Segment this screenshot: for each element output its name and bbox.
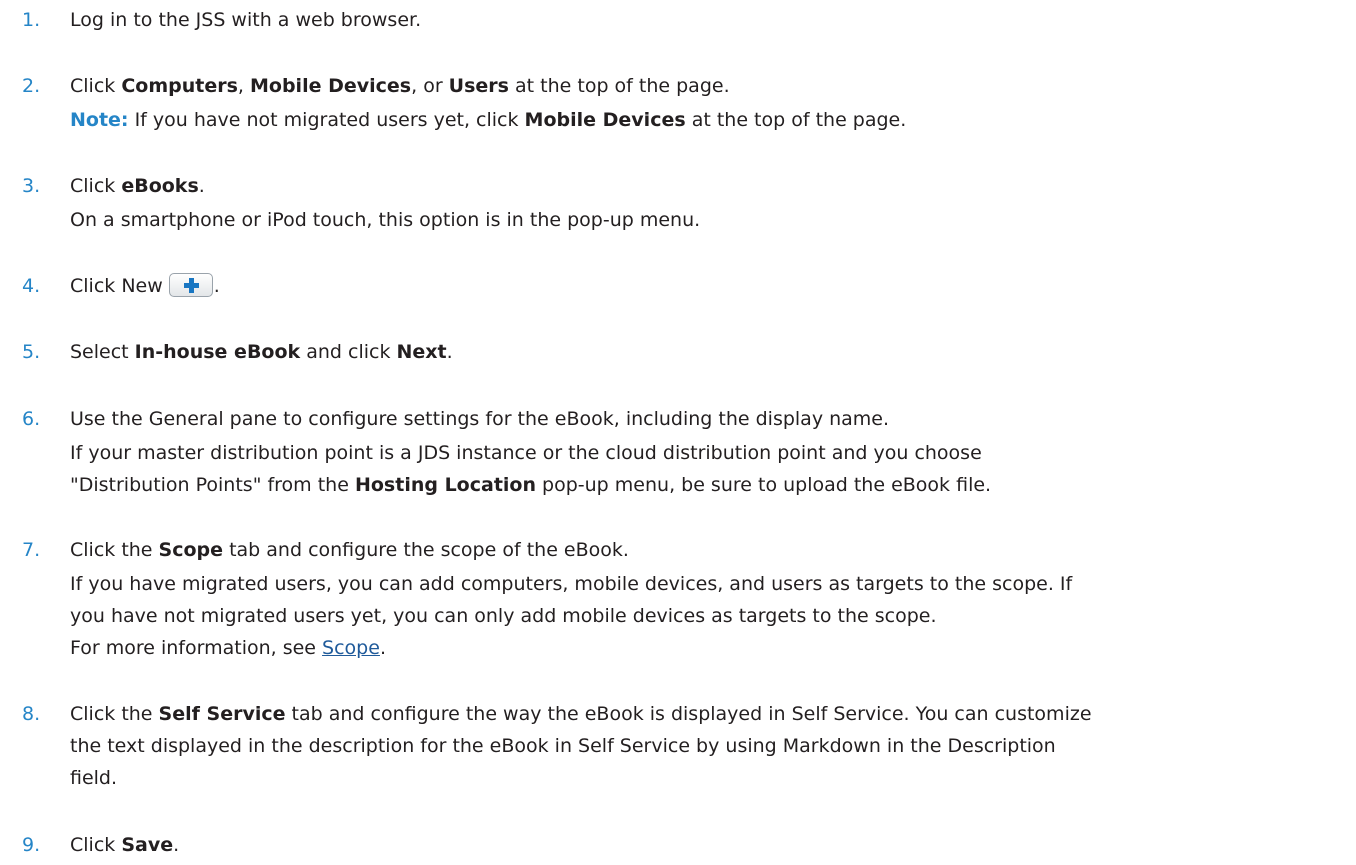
step-body: Click eBooks. xyxy=(70,173,1350,200)
step-body: Click New. xyxy=(70,273,1350,300)
step-body: Use the General pane to configure settin… xyxy=(70,406,1350,433)
ui-term-ebooks: eBooks xyxy=(121,175,199,197)
step-text: Click Computers, Mobile Devices, or User… xyxy=(70,73,1350,100)
ui-term-mobile-devices: Mobile Devices xyxy=(524,109,686,131)
step-text: Select In-house eBook and click Next. xyxy=(70,339,1350,366)
text-run: Click the xyxy=(70,539,159,561)
step-body: Click the Self Service tab and configure… xyxy=(70,701,1350,792)
ui-term-in-house-ebook: In-house eBook xyxy=(134,341,301,363)
note-text: Note: If you have not migrated users yet… xyxy=(70,107,1350,134)
text-run: . xyxy=(198,175,205,197)
ui-term-mobile-devices: Mobile Devices xyxy=(250,75,412,97)
text-run: If you have not migrated users yet, clic… xyxy=(128,109,525,131)
step-text: Click Save. xyxy=(70,832,1350,859)
step-text: Click the Scope tab and configure the sc… xyxy=(70,537,1350,564)
text-run: at the top of the page. xyxy=(508,75,730,97)
ui-term-hosting-location: Hosting Location xyxy=(354,474,536,496)
step-text: field. xyxy=(70,767,118,789)
step-detail: If you have migrated users, you can add … xyxy=(70,571,1350,662)
text-run: and click xyxy=(300,341,397,363)
text-run: "Distribution Points" from the xyxy=(70,474,355,496)
ui-term-users: Users xyxy=(448,75,509,97)
step-body: Click Save. xyxy=(70,832,1350,859)
detail-text: If you have migrated users, you can add … xyxy=(70,573,1073,595)
step-number: 7. xyxy=(22,539,41,561)
text-run: . xyxy=(213,275,220,297)
ui-term-save: Save xyxy=(121,834,174,856)
detail-text: On a smartphone or iPod touch, this opti… xyxy=(70,209,701,231)
step-text: Log in to the JSS with a web browser. xyxy=(70,9,422,31)
text-run: at the top of the page. xyxy=(685,109,907,131)
step-number: 6. xyxy=(22,408,41,430)
text-run: For more information, see xyxy=(70,637,323,659)
text-run: , or xyxy=(411,75,449,97)
step-number: 9. xyxy=(22,834,41,856)
step-number: 1. xyxy=(22,9,41,31)
step-number: 3. xyxy=(22,175,41,197)
step-body: Click the Scope tab and configure the sc… xyxy=(70,537,1350,564)
detail-text: If your master distribution point is a J… xyxy=(70,442,982,464)
text-run: Click xyxy=(70,834,122,856)
scope-link[interactable]: Scope xyxy=(322,637,380,659)
text-run: Click the xyxy=(70,703,159,725)
text-run: Select xyxy=(70,341,135,363)
text-run: tab and configure the scope of the eBook… xyxy=(223,539,629,561)
text-run: pop-up menu, be sure to upload the eBook… xyxy=(536,474,992,496)
ui-term-next: Next xyxy=(396,341,447,363)
step-text: the text displayed in the description fo… xyxy=(70,735,1056,757)
step-detail: If your master distribution point is a J… xyxy=(70,440,1350,499)
step-detail: On a smartphone or iPod touch, this opti… xyxy=(70,207,1350,234)
step-text: Click New. xyxy=(70,273,1350,300)
step-body: Log in to the JSS with a web browser. xyxy=(70,7,1350,34)
plus-icon-bar xyxy=(183,283,199,288)
note-label: Note: xyxy=(70,109,129,131)
detail-text: you have not migrated users yet, you can… xyxy=(70,605,937,627)
text-run: Click xyxy=(70,75,122,97)
new-button-image xyxy=(168,273,213,297)
step-note: Note: If you have not migrated users yet… xyxy=(70,107,1350,134)
ui-term-computers: Computers xyxy=(121,75,238,97)
step-body: Click Computers, Mobile Devices, or User… xyxy=(70,73,1350,100)
step-number: 2. xyxy=(22,75,41,97)
step-body: Select In-house eBook and click Next. xyxy=(70,339,1350,366)
step-number: 8. xyxy=(22,703,41,725)
step-text: Click the Self Service tab and configure… xyxy=(70,701,1350,728)
step-text: Use the General pane to configure settin… xyxy=(70,408,890,430)
text-run: . xyxy=(379,637,386,659)
document-page: 1. Log in to the JSS with a web browser.… xyxy=(0,0,1356,865)
text-run: . xyxy=(173,834,180,856)
ui-term-self-service: Self Service xyxy=(158,703,286,725)
step-text: Click eBooks. xyxy=(70,173,1350,200)
more-info-text: For more information, see Scope. xyxy=(70,635,1350,662)
text-run: Click xyxy=(70,175,122,197)
step-number: 5. xyxy=(22,341,41,363)
text-run: , xyxy=(237,75,250,97)
text-run: Click New xyxy=(70,275,163,297)
step-number: 4. xyxy=(22,275,41,297)
text-run: tab and configure the way the eBook is d… xyxy=(285,703,1092,725)
detail-text: "Distribution Points" from the Hosting L… xyxy=(70,472,1350,499)
ui-term-scope: Scope xyxy=(158,539,224,561)
text-run: . xyxy=(446,341,453,363)
